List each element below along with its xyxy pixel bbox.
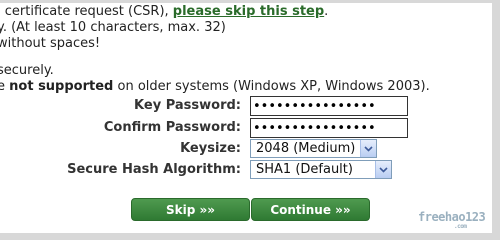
intro-line-3: without spaces! <box>0 36 101 51</box>
confirm-password-label: Confirm Password: <box>103 120 241 135</box>
intro-text: l certificate request (CSR), please skip… <box>0 4 487 95</box>
keysize-selected-value: 2048 (Medium) <box>256 141 356 156</box>
intro-line-1: l certificate request (CSR), please skip… <box>0 4 487 20</box>
confirm-password-input[interactable] <box>250 118 408 138</box>
keysize-dropdown-arrow[interactable] <box>360 140 376 157</box>
hash-algorithm-selected-value: SHA1 (Default) <box>256 162 353 177</box>
intro-line-5: e not supported on older systems (Window… <box>0 79 487 95</box>
intro-line-1-prefix: l certificate request (CSR), <box>0 4 173 19</box>
intro-line-5-prefix: e <box>0 79 5 94</box>
intro-line-2: y. (At least 10 characters, max. 32) <box>0 20 226 35</box>
intro-line-1-suffix: . <box>324 4 329 19</box>
chevron-down-icon <box>364 145 373 152</box>
skip-step-link[interactable]: please skip this step <box>173 4 324 19</box>
intro-line-4: securely. <box>0 63 54 78</box>
watermark-text: freehao123 <box>418 210 486 224</box>
chevron-down-icon <box>379 166 388 173</box>
watermark-logo: freehao123 .com <box>418 210 486 230</box>
hash-algorithm-label: Secure Hash Algorithm: <box>67 162 241 177</box>
bottom-border <box>0 233 500 240</box>
watermark-sub: .com <box>454 223 467 230</box>
skip-button[interactable]: Skip »» <box>131 198 250 221</box>
hash-dropdown-arrow[interactable] <box>375 161 391 178</box>
keysize-select[interactable]: 2048 (Medium) <box>250 139 377 158</box>
top-border <box>0 0 500 3</box>
hash-algorithm-select[interactable]: SHA1 (Default) <box>250 160 392 179</box>
intro-line-5-bold: not supported <box>9 79 114 94</box>
intro-line-5-suffix: on older systems (Windows XP, Windows 20… <box>113 79 430 94</box>
key-password-label: Key Password: <box>134 98 241 113</box>
continue-button[interactable]: Continue »» <box>251 198 370 221</box>
keysize-label: Keysize: <box>180 141 241 156</box>
key-password-input[interactable] <box>250 96 408 116</box>
right-border <box>492 0 500 240</box>
